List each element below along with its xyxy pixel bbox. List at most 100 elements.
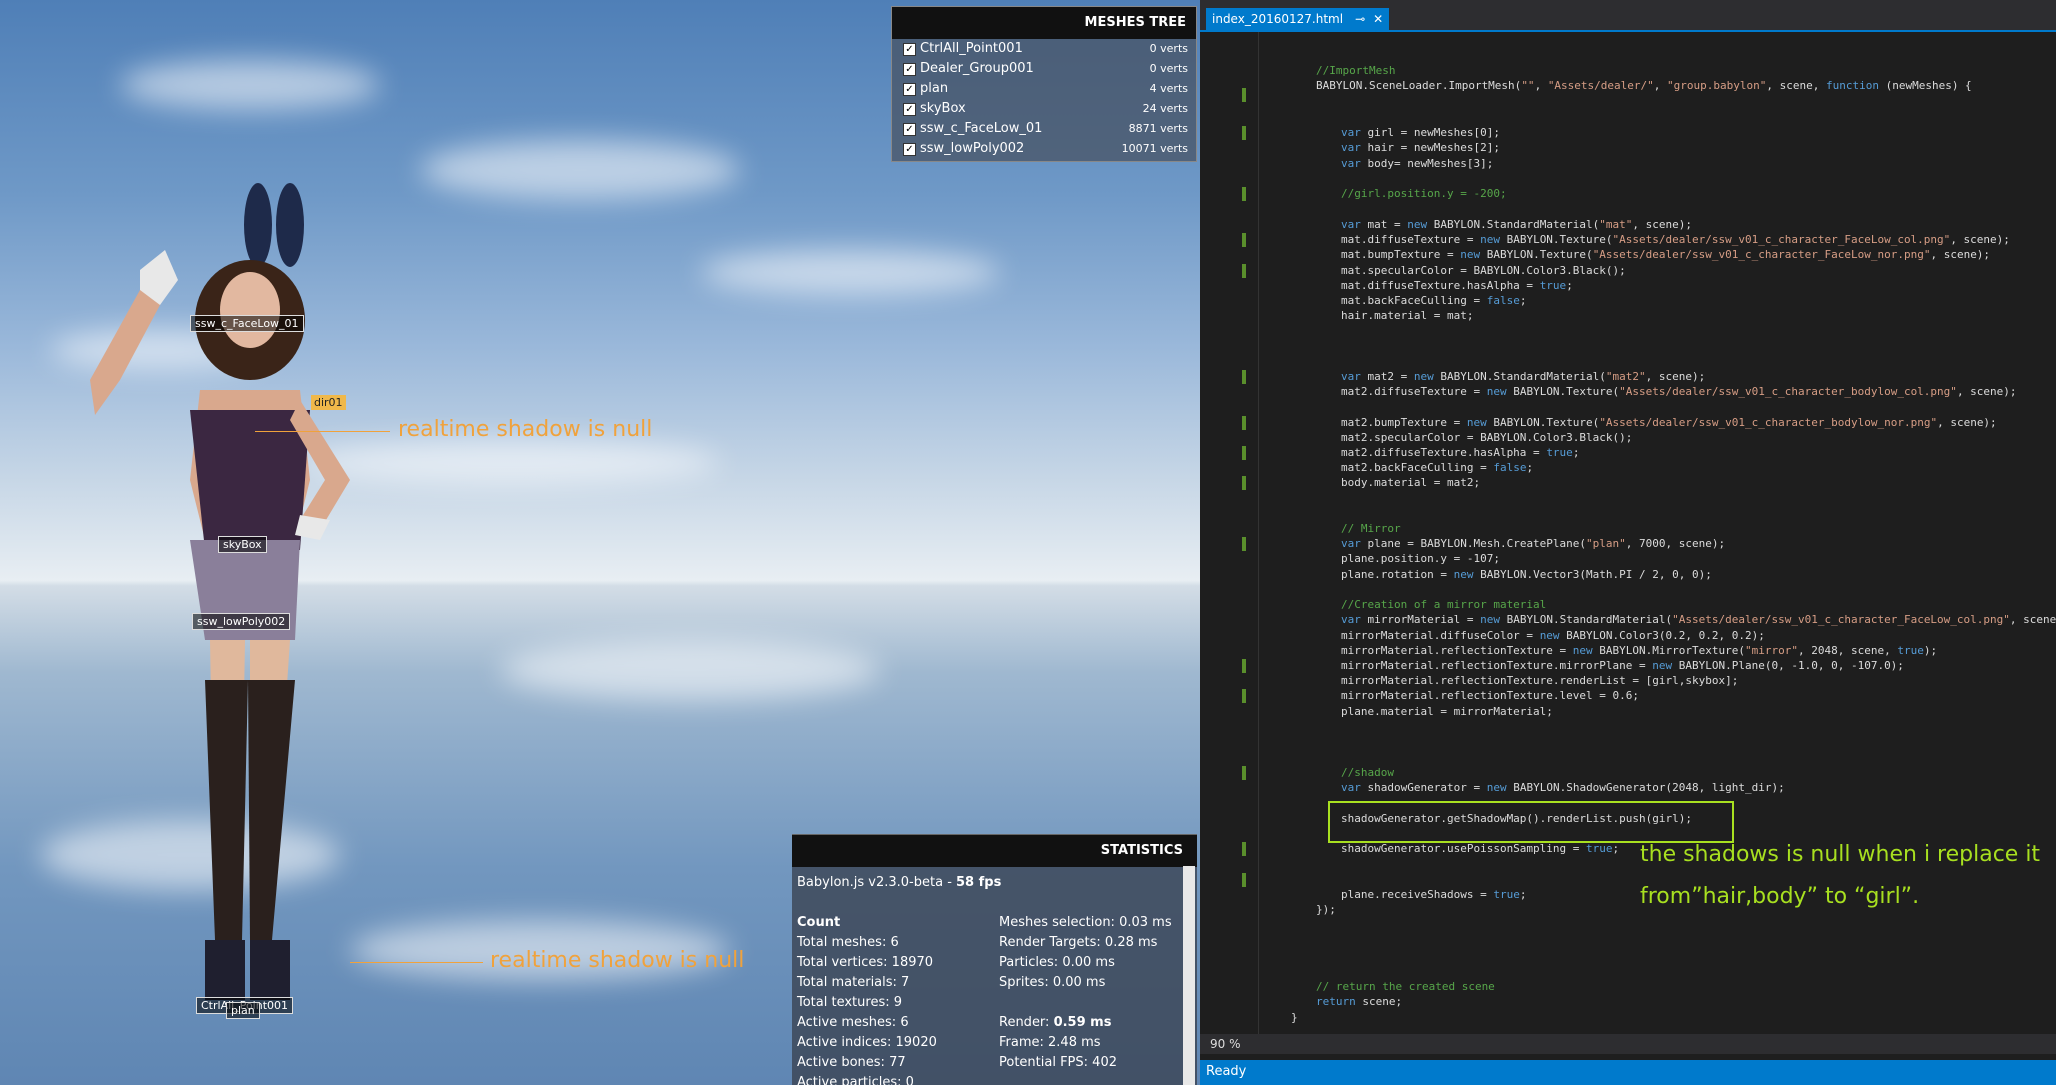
statistics-title: STATISTICS [792,834,1197,867]
version-text: Babylon.js v2.3.0-beta - [797,875,957,890]
code-line[interactable]: mat2.backFaceCulling = false; [1341,461,1533,474]
mesh-label-body: ssw_lowPoly002 [192,613,291,630]
code-line[interactable]: mirrorMaterial.diffuseColor = new BABYLO… [1341,629,1765,642]
cloud [500,640,880,700]
mesh-row[interactable]: ✓ CtrlAll_Point001 0 verts [892,39,1196,59]
checkbox-icon[interactable]: ✓ [903,103,916,116]
stat-value: 0.28 ms [1104,935,1158,950]
code-line[interactable]: mat.specularColor = BABYLON.Color3.Black… [1341,264,1626,277]
tab-index-html[interactable]: index_20160127.html ⊸ ✕ [1206,8,1390,30]
change-marker [1242,446,1246,460]
code-line[interactable]: mirrorMaterial.reflectionTexture = new B… [1341,644,1937,657]
stat-value: 6 [900,1015,909,1030]
code-line[interactable]: // return the created scene [1316,980,1495,993]
code-line[interactable]: mirrorMaterial.reflectionTexture.mirrorP… [1341,659,1904,672]
close-icon[interactable]: ✕ [1373,12,1383,26]
stat-line: Meshes selection: 0.03 ms [999,915,1172,930]
checkbox-icon[interactable]: ✓ [903,143,916,156]
stat-label: Render Targets: [999,935,1105,950]
change-marker [1242,187,1246,201]
code-line[interactable]: //Creation of a mirror material [1341,598,1546,611]
code-line[interactable]: body.material = mat2; [1341,476,1480,489]
code-line[interactable]: return scene; [1316,995,1402,1008]
checkbox-icon[interactable]: ✓ [903,43,916,56]
stat-line: Potential FPS: 402 [999,1055,1117,1070]
cloud [420,140,740,200]
version-line: Babylon.js v2.3.0-beta - 58 fps [797,875,1001,890]
code-line[interactable]: }); [1316,903,1336,916]
code-line[interactable]: } [1291,1011,1298,1024]
stat-value: 0.03 ms [1119,915,1172,930]
code-line[interactable]: var mat2 = new BABYLON.StandardMaterial(… [1341,370,1705,383]
code-line[interactable]: var hair = newMeshes[2]; [1341,141,1500,154]
checkbox-icon[interactable]: ✓ [903,123,916,136]
stat-line: Sprites: 0.00 ms [999,975,1105,990]
meshes-tree-panel: MESHES TREE ✓ CtrlAll_Point001 0 verts ✓ Dea… [891,6,1197,162]
code-line[interactable]: mirrorMaterial.reflectionTexture.renderL… [1341,674,1738,687]
mesh-row[interactable]: ✓ Dealer_Group001 0 verts [892,59,1196,79]
mesh-row[interactable]: ✓ ssw_c_FaceLow_01 8871 verts [892,119,1196,139]
zoom-level[interactable]: 90 % [1210,1037,1241,1051]
code-line[interactable]: shadowGenerator.usePoissonSampling = tru… [1341,842,1619,855]
mesh-row[interactable]: ✓ skyBox 24 verts [892,99,1196,119]
stat-value: 0.00 ms [1062,955,1115,970]
code-line[interactable]: hair.material = mat; [1341,309,1473,322]
code-line[interactable]: //girl.position.y = -200; [1341,187,1507,200]
mesh-row[interactable]: ✓ plan 4 verts [892,79,1196,99]
note-line-1: the shadows is null when i replace it [1640,842,2041,867]
stat-label: Active particles: [797,1075,906,1085]
highlight-box [1328,801,1734,843]
status-bar: Ready [1200,1060,2056,1085]
3d-viewport[interactable]: ssw_c_FaceLow_01 dir01 skyBox ssw_lowPol… [0,0,1200,1085]
stat-line: Active indices: 19020 [797,1035,937,1050]
code-line[interactable]: plane.material = mirrorMaterial; [1341,705,1553,718]
code-line[interactable]: mirrorMaterial.reflectionTexture.level =… [1341,689,1639,702]
note-line-2: from”hair,body” to “girl”. [1640,884,1920,909]
code-line[interactable]: plane.receiveShadows = true; [1341,888,1526,901]
tab-title: index_20160127.html [1212,12,1344,26]
code-line[interactable]: // Mirror [1341,522,1401,535]
code-line[interactable]: var body= newMeshes[3]; [1341,157,1493,170]
mesh-row[interactable]: ✓ ssw_lowPoly002 10071 verts [892,139,1196,159]
code-line[interactable]: //shadow [1341,766,1394,779]
code-line[interactable]: var plane = BABYLON.Mesh.CreatePlane("pl… [1341,537,1725,550]
stat-line: Frame: 2.48 ms [999,1035,1101,1050]
code-line[interactable]: mat2.diffuseTexture.hasAlpha = true; [1341,446,1579,459]
code-line[interactable]: mat.diffuseTexture.hasAlpha = true; [1341,279,1573,292]
code-line[interactable]: mat.diffuseTexture = new BABYLON.Texture… [1341,233,2010,246]
code-line[interactable]: plane.rotation = new BABYLON.Vector3(Mat… [1341,568,1712,581]
callout-upper: realtime shadow is null [398,417,653,442]
tab-bar: index_20160127.html ⊸ ✕ [1200,0,2056,32]
checkbox-icon[interactable]: ✓ [903,63,916,76]
code-line[interactable]: plane.position.y = -107; [1341,552,1500,565]
stat-label: Count [797,915,841,930]
stat-label: Active meshes: [797,1015,901,1030]
change-marker [1242,873,1246,887]
code-line[interactable]: BABYLON.SceneLoader.ImportMesh("", "Asse… [1316,79,1972,92]
stat-value: 402 [1092,1055,1117,1070]
code-line[interactable]: mat2.specularColor = BABYLON.Color3.Blac… [1341,431,1632,444]
code-line[interactable]: var mat = new BABYLON.StandardMaterial("… [1341,218,1692,231]
code-line[interactable]: var girl = newMeshes[0]; [1341,126,1500,139]
mesh-label-face: ssw_c_FaceLow_01 [190,315,304,332]
code-line[interactable]: var mirrorMaterial = new BABYLON.Standar… [1341,613,2056,626]
change-marker [1242,689,1246,703]
stat-value: 7 [901,975,910,990]
code-line[interactable]: mat2.bumpTexture = new BABYLON.Texture("… [1341,416,1997,429]
mesh-verts: 4 verts [1149,82,1188,95]
code-line[interactable]: mat2.diffuseTexture = new BABYLON.Textur… [1341,385,2017,398]
code-line[interactable]: var shadowGenerator = new BABYLON.Shadow… [1341,781,1785,794]
mesh-name: ssw_lowPoly002 [920,141,1025,156]
code-line[interactable]: mat.backFaceCulling = false; [1341,294,1526,307]
zoom-bar: 90 % [1200,1034,2056,1054]
code-line[interactable]: //ImportMesh [1316,64,1395,77]
stat-label: Total vertices: [797,955,892,970]
stat-line: Active particles: 0 [797,1075,914,1085]
change-marker [1242,88,1246,102]
code-line[interactable]: mat.bumpTexture = new BABYLON.Texture("A… [1341,248,1990,261]
pin-icon[interactable]: ⊸ [1355,12,1365,26]
stats-scrollbar[interactable] [1183,866,1195,1085]
statistics-panel: STATISTICS Babylon.js v2.3.0-beta - 58 f… [792,834,1197,1085]
stat-label: Sprites: [999,975,1053,990]
checkbox-icon[interactable]: ✓ [903,83,916,96]
